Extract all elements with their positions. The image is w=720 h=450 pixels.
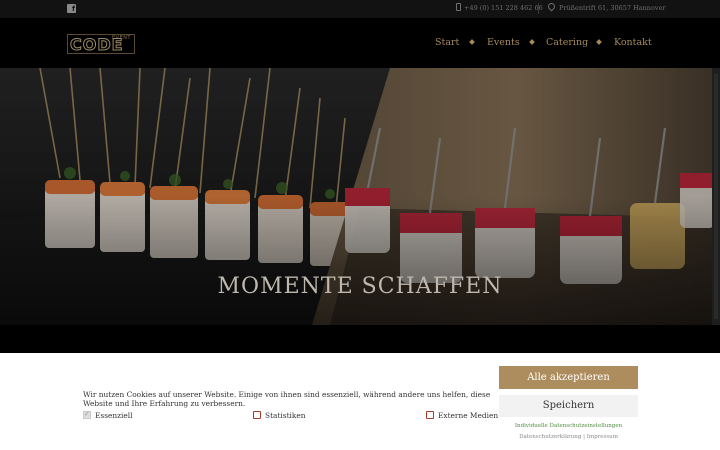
nav-separator-diamond — [469, 39, 475, 45]
page-scrollbar[interactable] — [712, 68, 720, 325]
phone-icon — [456, 3, 461, 11]
cookie-option-externe-medien[interactable]: Externe Medien — [426, 411, 498, 420]
logo-text: CODE — [70, 35, 124, 54]
map-pin-icon — [546, 1, 557, 12]
cookie-text: Wir nutzen Cookies auf unserer Website. … — [83, 390, 491, 408]
privacy-policy-link[interactable]: Datenschutzerklärung — [519, 434, 581, 440]
site-header: EVENT CODE Start Events Catering Kontakt — [0, 18, 720, 68]
phone-contact[interactable]: +49 (0) 151 228 462 66 — [456, 3, 543, 12]
accept-all-button[interactable]: Alle akzeptieren — [499, 366, 638, 389]
statistiken-label: Statistiken — [265, 411, 306, 420]
externe-medien-checkbox[interactable] — [426, 411, 434, 419]
facebook-icon[interactable]: f — [67, 4, 76, 13]
nav-events[interactable]: Events — [487, 37, 520, 48]
externe-medien-label: Externe Medien — [438, 411, 499, 420]
cookie-banner: Wir nutzen Cookies auf unserer Website. … — [0, 353, 720, 450]
cookie-option-statistiken[interactable]: Statistiken — [253, 411, 306, 420]
nav-separator-diamond — [596, 39, 602, 45]
address-text: Prüßentrift 61, 30657 Hannover — [559, 4, 666, 12]
page-background — [0, 325, 720, 353]
top-bar: f +49 (0) 151 228 462 66 Prüßentrift 61,… — [0, 0, 720, 18]
hero-banner: MOMENTE SCHAFFEN — [0, 68, 720, 325]
nav-kontakt[interactable]: Kontakt — [614, 37, 652, 48]
hero-title: MOMENTE SCHAFFEN — [217, 274, 503, 299]
site-logo[interactable]: EVENT CODE — [67, 34, 135, 54]
statistiken-checkbox[interactable] — [253, 411, 261, 419]
save-button[interactable]: Speichern — [499, 395, 638, 417]
nav-separator-diamond — [529, 39, 535, 45]
individual-privacy-settings-link[interactable]: Individuelle Datenschutzeinstellungen — [499, 423, 638, 429]
cookie-option-essenziell: Essenziell — [83, 410, 133, 420]
imprint-link[interactable]: Impressum — [587, 434, 618, 440]
essenziell-checkbox — [83, 410, 91, 419]
essenziell-label: Essenziell — [95, 411, 133, 420]
address-contact: Prüßentrift 61, 30657 Hannover — [546, 1, 666, 12]
topbar-divider — [538, 3, 539, 14]
scrollbar-thumb[interactable] — [714, 74, 718, 319]
nav-start[interactable]: Start — [435, 37, 459, 48]
nav-catering[interactable]: Catering — [546, 37, 588, 48]
footer-links: Datenschutzerklärung | Impressum — [519, 434, 618, 440]
phone-number: +49 (0) 151 228 462 66 — [464, 4, 543, 12]
